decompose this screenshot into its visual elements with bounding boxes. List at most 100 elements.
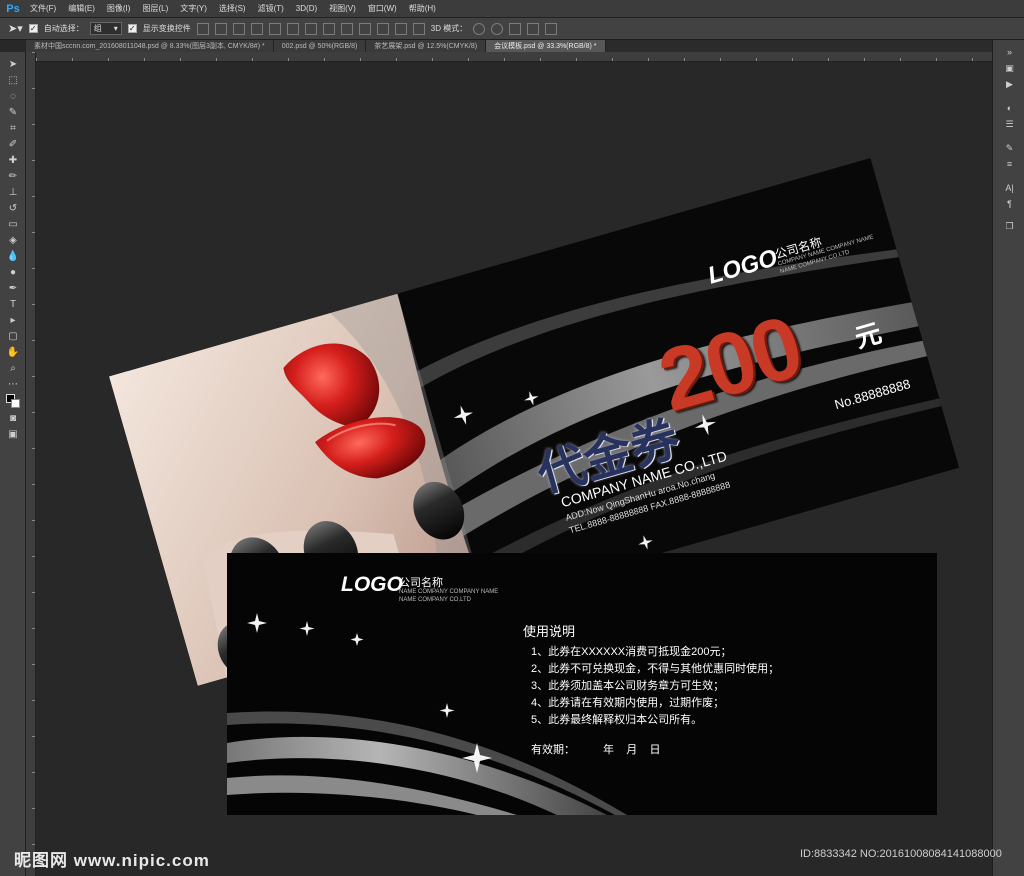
menu-select[interactable]: 选择(S)	[213, 3, 252, 14]
back-logo: LOGO	[341, 573, 403, 596]
rule-item: 1、此券在XXXXXX消费可抵现金200元；	[531, 646, 732, 658]
brush-panel-icon[interactable]: ✎	[1003, 142, 1016, 154]
blur-tool-icon[interactable]: 💧	[6, 250, 20, 262]
menu-view[interactable]: 视图(V)	[323, 3, 362, 14]
scale-3d-icon[interactable]	[545, 22, 558, 35]
healing-brush-tool-icon[interactable]: ✚	[6, 154, 20, 166]
path-select-tool-icon[interactable]: ▸	[6, 314, 20, 326]
pen-tool-icon[interactable]: ✒	[6, 282, 20, 294]
show-transform-checkbox[interactable]: ✓	[127, 24, 137, 33]
color-swatches-icon[interactable]	[6, 394, 20, 408]
history-panel-icon[interactable]: ▣	[1003, 62, 1016, 74]
menu-3d[interactable]: 3D(D)	[290, 4, 323, 13]
rule-item: 2、此券不可兑换现金，不得与其他优惠同时使用；	[531, 663, 780, 675]
character-panel-icon[interactable]: A|	[1003, 182, 1016, 194]
quick-mask-icon[interactable]: ◙	[6, 412, 20, 424]
paragraph-panel-icon[interactable]: ¶	[1003, 198, 1016, 210]
align-bottom-icon[interactable]	[232, 22, 245, 35]
align-top-icon[interactable]	[196, 22, 209, 35]
collapse-panels-icon[interactable]: »	[1003, 46, 1016, 58]
instructions-title: 使用说明	[523, 624, 576, 639]
eyedropper-tool-icon[interactable]: ✐	[6, 138, 20, 150]
nipic-watermark: 昵图网 www.nipic.com	[14, 851, 210, 870]
tab-document-1[interactable]: 素材中国sccnn.com_201608011048.psd @ 8.33%(图…	[26, 40, 274, 52]
slide-3d-icon[interactable]	[527, 22, 540, 35]
tab-document-3[interactable]: 茶艺展架.psd @ 12.5%(CMYK/8)	[366, 40, 487, 52]
distribute-right-icon[interactable]	[394, 22, 407, 35]
tab-document-2[interactable]: 002.psd @ 50%(RGB/8)	[273, 40, 367, 52]
move-tool-icon[interactable]: ➤▾	[8, 22, 23, 35]
roll-3d-icon[interactable]	[491, 22, 504, 35]
tools-panel: ➤ ⬚ ◌ ✎ ⌗ ✐ ✚ ✏ ⊥ ↺ ▭ ◈ 💧 ● ✒ T ▸ ▢ ✋ ⌕ …	[0, 52, 26, 876]
layers-3d-panel-icon[interactable]: ❒	[1003, 220, 1016, 232]
move-tool-icon[interactable]: ➤	[6, 58, 20, 70]
mode-3d-label: 3D 模式：	[430, 24, 468, 33]
menu-filter[interactable]: 滤镜(T)	[252, 3, 290, 14]
back-company-name-en-2: NAME COMPANY CO.LTD	[399, 597, 472, 603]
auto-select-label: 自动选择：	[43, 24, 84, 33]
menu-type[interactable]: 文字(Y)	[174, 3, 213, 14]
dodge-tool-icon[interactable]: ●	[6, 266, 20, 278]
zoom-tool-icon[interactable]: ⌕	[6, 362, 20, 374]
brush-presets-icon[interactable]: ≡	[1003, 158, 1016, 170]
tab-document-4[interactable]: 会议模板.psd @ 33.3%(RGB/8) *	[486, 40, 606, 52]
menu-image[interactable]: 图像(I)	[101, 3, 137, 14]
brush-tool-icon[interactable]: ✏	[6, 170, 20, 182]
paint-bucket-tool-icon[interactable]: ◈	[6, 234, 20, 246]
image-id-label: ID:8833342 NO:20161008084141088000	[800, 848, 1002, 860]
menu-window[interactable]: 窗口(W)	[362, 3, 403, 14]
rule-item: 3、此券须加盖本公司财务章方可生效；	[531, 680, 725, 692]
eraser-tool-icon[interactable]: ▭	[6, 218, 20, 230]
horizontal-ruler[interactable]	[36, 52, 992, 62]
more-tools-icon[interactable]: ⋯	[6, 378, 20, 390]
drag-3d-icon[interactable]	[509, 22, 522, 35]
history-brush-tool-icon[interactable]: ↺	[6, 202, 20, 214]
align-left-icon[interactable]	[250, 22, 263, 35]
photoshop-logo[interactable]: Ps	[2, 1, 24, 17]
marquee-tool-icon[interactable]: ⬚	[6, 74, 20, 86]
distribute-left-icon[interactable]	[358, 22, 371, 35]
properties-panel-icon[interactable]: ☰	[1003, 118, 1016, 130]
hand-tool-icon[interactable]: ✋	[6, 346, 20, 358]
auto-select-checkbox[interactable]: ✓	[28, 24, 38, 33]
validity-label: 有效期：	[531, 744, 575, 756]
auto-align-icon[interactable]	[412, 22, 425, 35]
chevron-down-icon: ▾	[113, 24, 118, 33]
distribute-middle-icon[interactable]	[322, 22, 335, 35]
rule-item: 5、此券最终解释权归本公司所有。	[531, 714, 703, 726]
type-tool-icon[interactable]: T	[6, 298, 20, 310]
show-transform-label: 显示变换控件	[142, 24, 191, 33]
rule-item: 4、此券请在有效期内使用，过期作废；	[531, 697, 725, 709]
menu-edit[interactable]: 编辑(E)	[62, 3, 101, 14]
distribute-center-icon[interactable]	[376, 22, 389, 35]
panel-dock: » ▣ ▶ ◐ ☰ ✎ ≡ A| ¶ ❒	[992, 40, 1024, 876]
crop-tool-icon[interactable]: ⌗	[6, 122, 20, 134]
distribute-bottom-icon[interactable]	[340, 22, 353, 35]
back-company-name-en-1: NAME COMPANY COMPANY NAME	[399, 589, 499, 595]
actions-panel-icon[interactable]: ▶	[1003, 78, 1016, 90]
quick-select-tool-icon[interactable]: ✎	[6, 106, 20, 118]
validity-date-units: 年 月 日	[603, 744, 661, 756]
screen-mode-icon[interactable]: ▣	[6, 428, 20, 440]
clone-stamp-tool-icon[interactable]: ⊥	[6, 186, 20, 198]
rotate-3d-icon[interactable]	[473, 22, 486, 35]
rectangle-tool-icon[interactable]: ▢	[6, 330, 20, 342]
align-center-icon[interactable]	[268, 22, 281, 35]
menu-file[interactable]: 文件(F)	[24, 3, 62, 14]
menu-layer[interactable]: 图层(L)	[136, 3, 174, 14]
adjustments-panel-icon[interactable]: ◐	[1003, 102, 1016, 114]
lasso-tool-icon[interactable]: ◌	[6, 90, 20, 102]
voucher-back: LOGO 公司名称 NAME COMPANY COMPANY NAME NAME…	[227, 553, 937, 815]
auto-select-value: 组	[93, 24, 102, 33]
canvas-area[interactable]: LOGO 公司名称 COMPANY NAME COMPANY NAME NAME…	[37, 63, 992, 876]
document-tab-bar: 素材中国sccnn.com_201608011048.psd @ 8.33%(图…	[26, 40, 992, 52]
options-bar: ➤▾ ✓ 自动选择： 组 ▾ ✓ 显示变换控件 3D 模式：	[0, 18, 1024, 40]
menu-help[interactable]: 帮助(H)	[403, 3, 442, 14]
menu-bar: Ps 文件(F) 编辑(E) 图像(I) 图层(L) 文字(Y) 选择(S) 滤…	[0, 0, 1024, 18]
vertical-ruler[interactable]	[26, 52, 36, 876]
align-middle-icon[interactable]	[214, 22, 227, 35]
align-right-icon[interactable]	[286, 22, 299, 35]
back-company-name-cn: 公司名称	[399, 577, 443, 589]
distribute-top-icon[interactable]	[304, 22, 317, 35]
auto-select-dropdown[interactable]: 组 ▾	[89, 22, 122, 35]
